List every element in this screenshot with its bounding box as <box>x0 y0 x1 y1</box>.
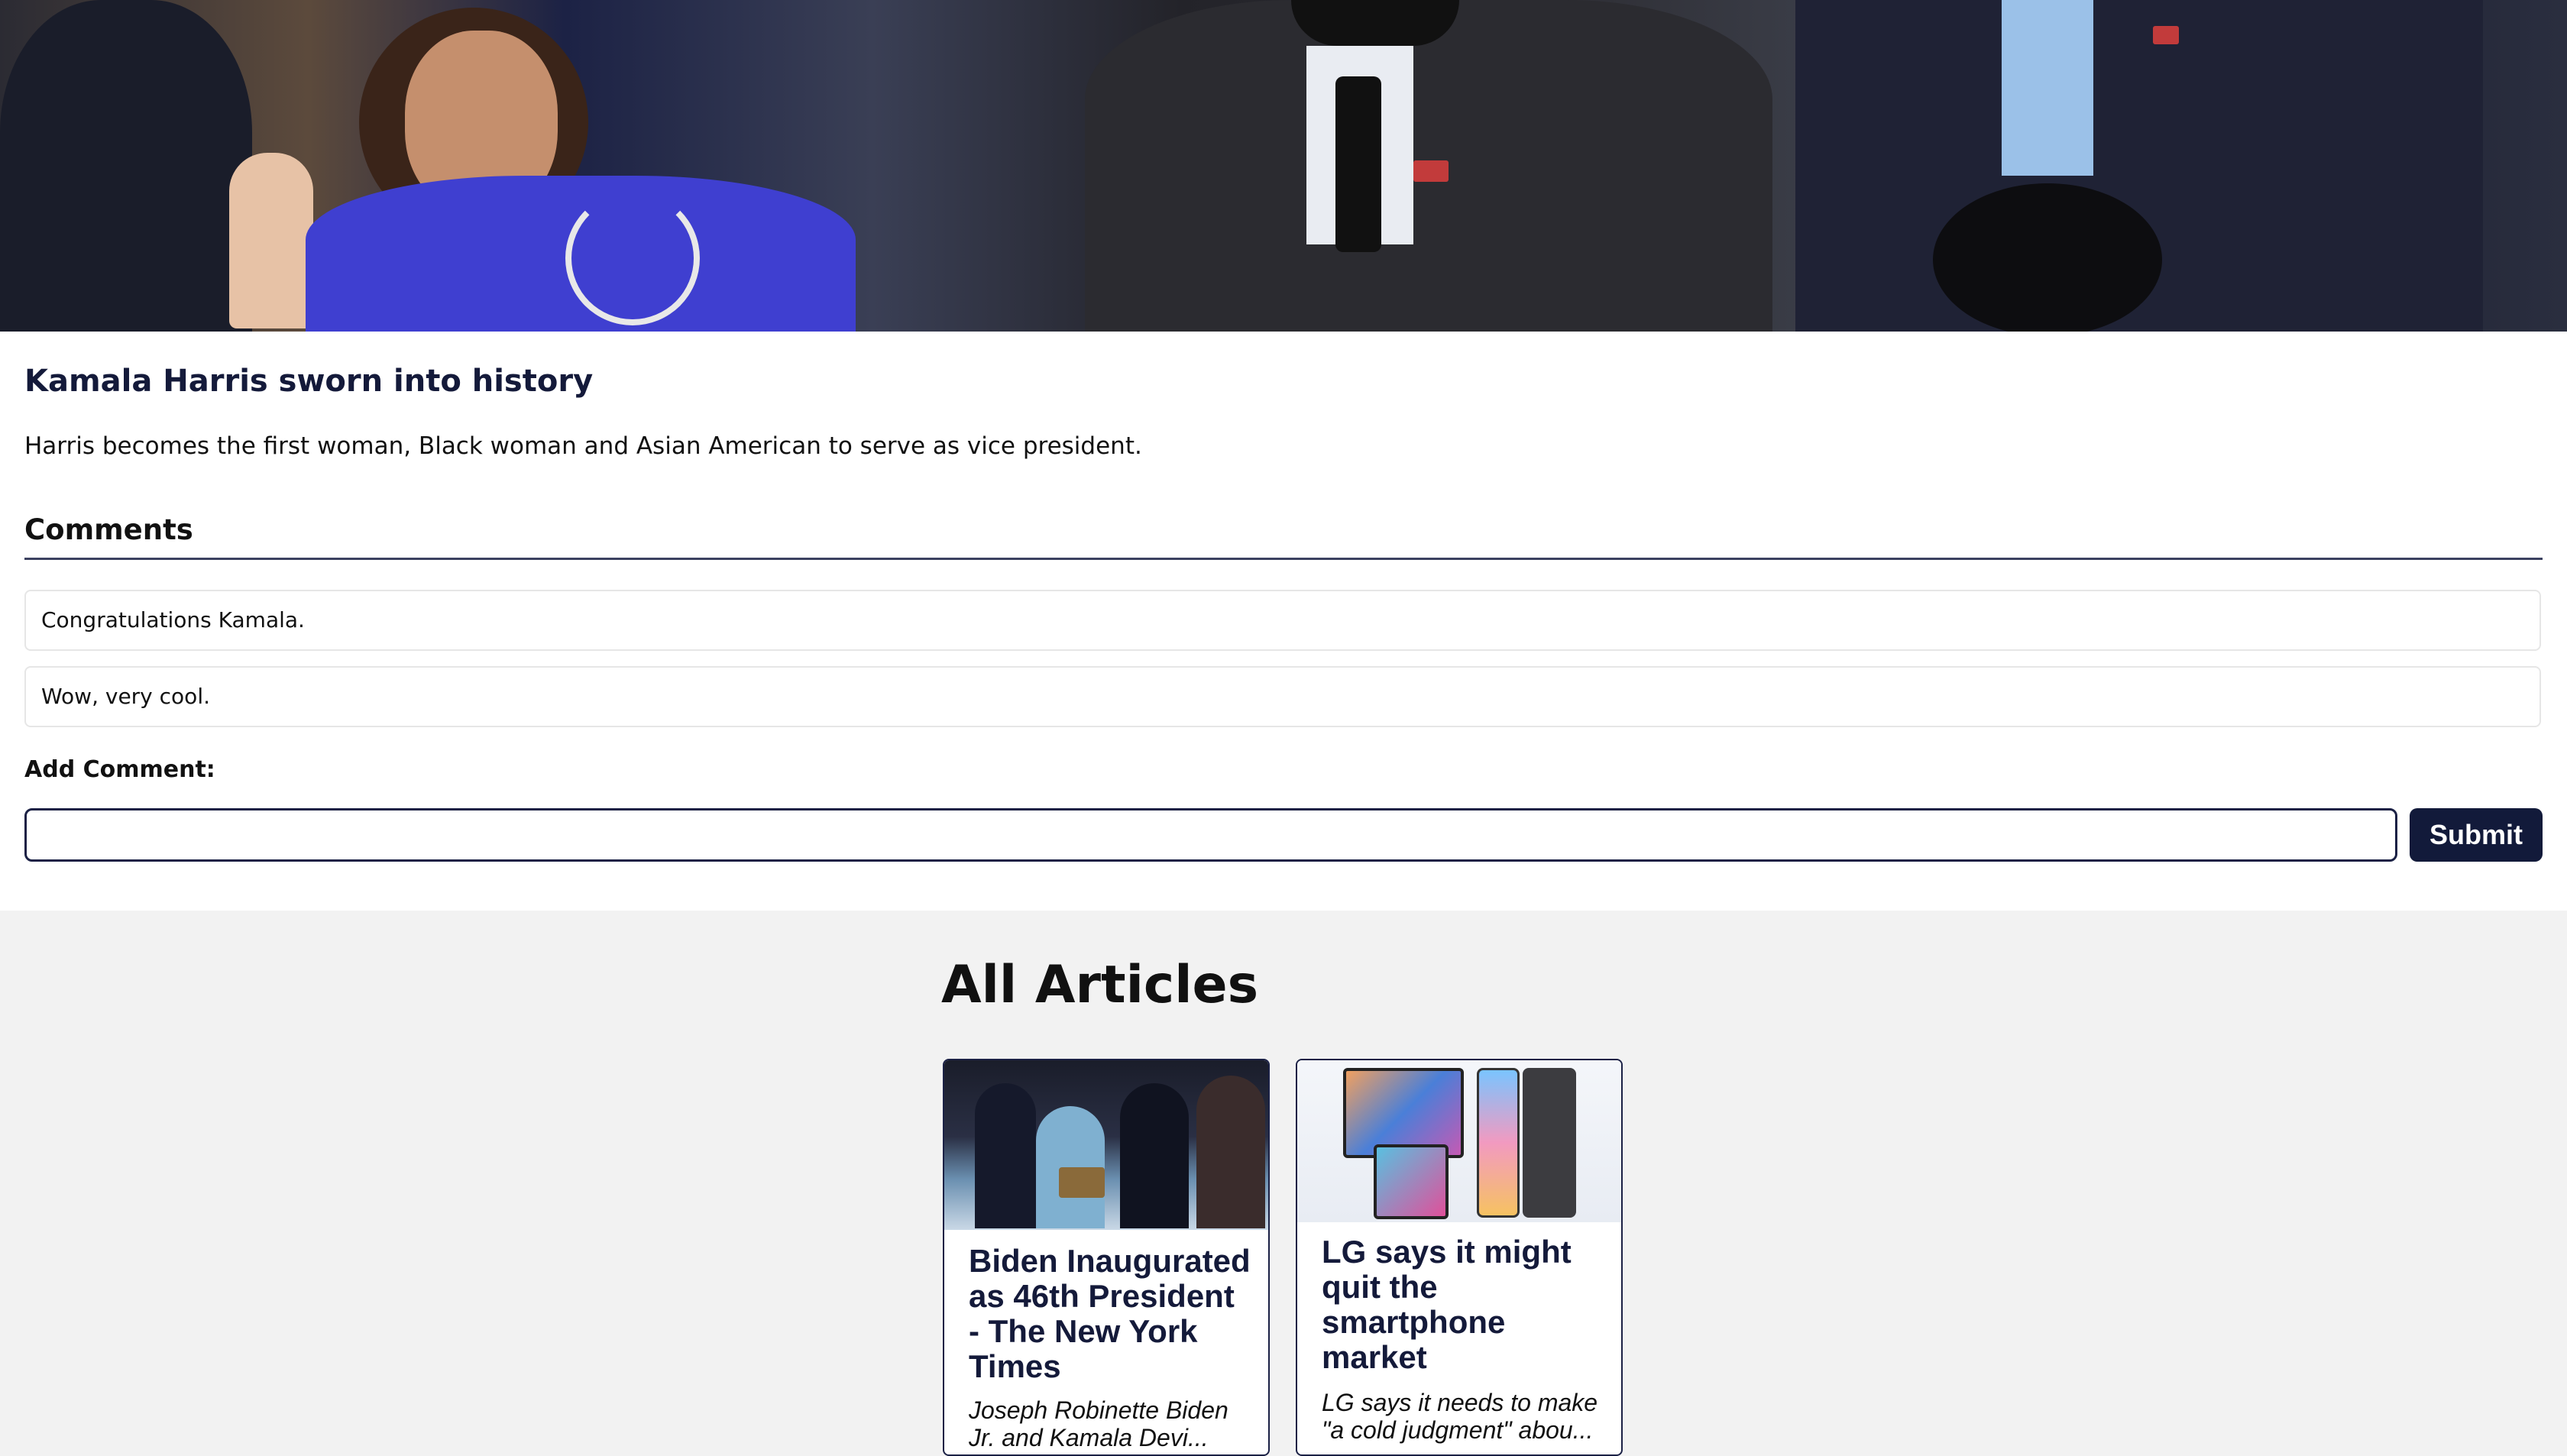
comments-heading: Comments <box>24 513 193 546</box>
comment-item: Congratulations Kamala. <box>24 590 2541 651</box>
comments-divider <box>24 558 2543 560</box>
submit-button[interactable]: Submit <box>2410 808 2543 862</box>
article-card-image <box>944 1060 1268 1230</box>
comment-input[interactable] <box>24 808 2397 862</box>
article-card-description: LG says it needs to make "a cold judgmen… <box>1322 1389 1598 1444</box>
article-panel: Kamala Harris sworn into history Harris … <box>0 332 2567 911</box>
article-card-description: Joseph Robinette Biden Jr. and Kamala De… <box>969 1396 1228 1451</box>
hero-image <box>0 0 2567 332</box>
article-card-title[interactable]: LG says it might quit the smartphone mar… <box>1322 1234 1606 1375</box>
article-card[interactable]: LG says it might quit the smartphone mar… <box>1296 1059 1623 1456</box>
article-card-title[interactable]: Biden Inaugurated as 46th President - Th… <box>969 1244 1253 1384</box>
all-articles-heading: All Articles <box>941 955 1259 1015</box>
article-title: Kamala Harris sworn into history <box>24 364 594 399</box>
article-card-image <box>1297 1060 1621 1222</box>
comment-item: Wow, very cool. <box>24 666 2541 727</box>
add-comment-label: Add Comment: <box>24 756 215 783</box>
article-card[interactable]: Biden Inaugurated as 46th President - Th… <box>943 1059 1270 1456</box>
article-description: Harris becomes the first woman, Black wo… <box>24 432 1142 460</box>
